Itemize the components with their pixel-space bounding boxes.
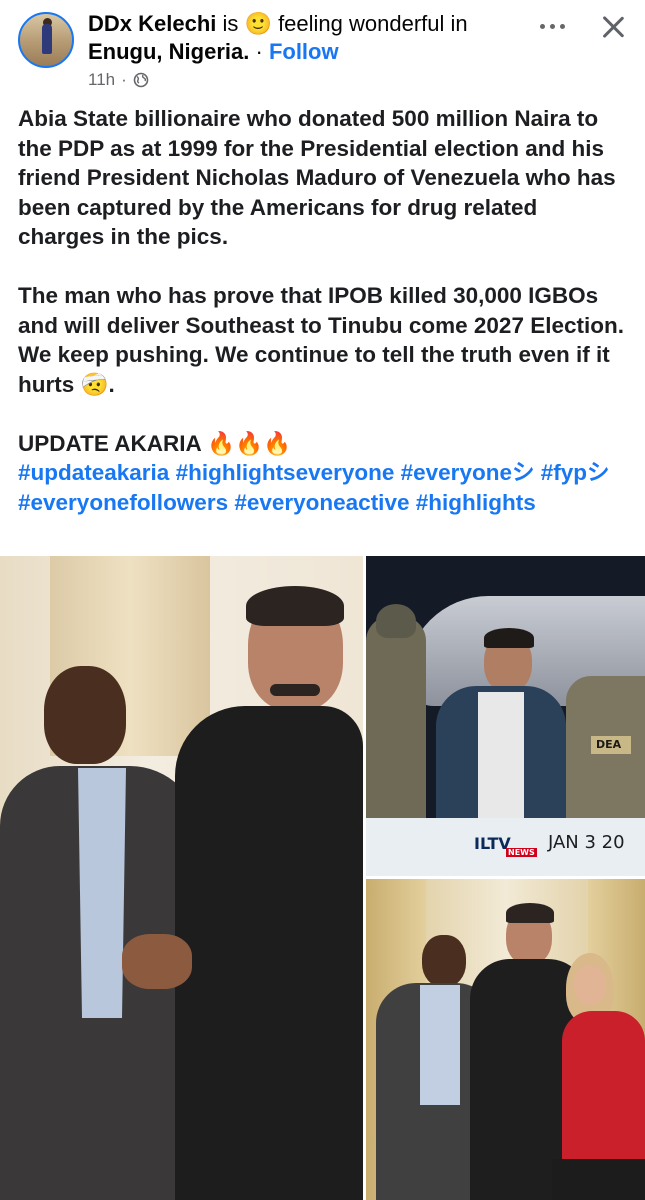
author-name[interactable]: DDx Kelechi	[88, 11, 216, 36]
feeling-emoji: 🙂	[244, 11, 272, 36]
feeling-text: feeling wonderful	[278, 11, 445, 36]
post-body: Abia State billionaire who donated 500 m…	[18, 104, 628, 517]
in-word: in	[450, 11, 468, 36]
photo-grid: DEA ILTV NEWS JAN 3 20	[0, 556, 645, 1200]
iltv-logo-news: NEWS	[506, 848, 537, 857]
more-options-icon[interactable]	[538, 14, 568, 38]
follow-button[interactable]: Follow	[269, 39, 339, 64]
is-word: is	[222, 11, 239, 36]
author-avatar[interactable]	[18, 12, 74, 68]
post-paragraph-1: Abia State billionaire who donated 500 m…	[18, 106, 616, 249]
post-author-line: DDx Kelechi is 🙂 feeling wonderful in En…	[88, 10, 528, 66]
location-link[interactable]: Enugu, Nigeria.	[88, 39, 249, 64]
post-update-line: UPDATE AKARIA 🔥🔥🔥	[18, 430, 292, 456]
post-meta: 11h ·	[88, 70, 149, 90]
post-header: DDx Kelechi is 🙂 feeling wonderful in En…	[0, 0, 645, 100]
photo-handshake[interactable]	[0, 556, 363, 1200]
globe-icon	[133, 72, 149, 88]
hashtag-links[interactable]: #updateakaria #highlightseveryone #every…	[18, 458, 628, 517]
photo-group[interactable]	[366, 879, 645, 1200]
close-icon[interactable]	[598, 12, 628, 42]
dea-badge: DEA	[596, 738, 622, 751]
date-stamp: JAN 3 20	[548, 832, 625, 853]
meta-separator: ·	[121, 70, 127, 89]
post-paragraph-2: The man who has prove that IPOB killed 3…	[18, 283, 624, 397]
separator-dot: ·	[255, 39, 263, 64]
timestamp[interactable]: 11h	[88, 70, 115, 90]
photo-escort[interactable]: DEA ILTV NEWS JAN 3 20	[366, 556, 645, 876]
